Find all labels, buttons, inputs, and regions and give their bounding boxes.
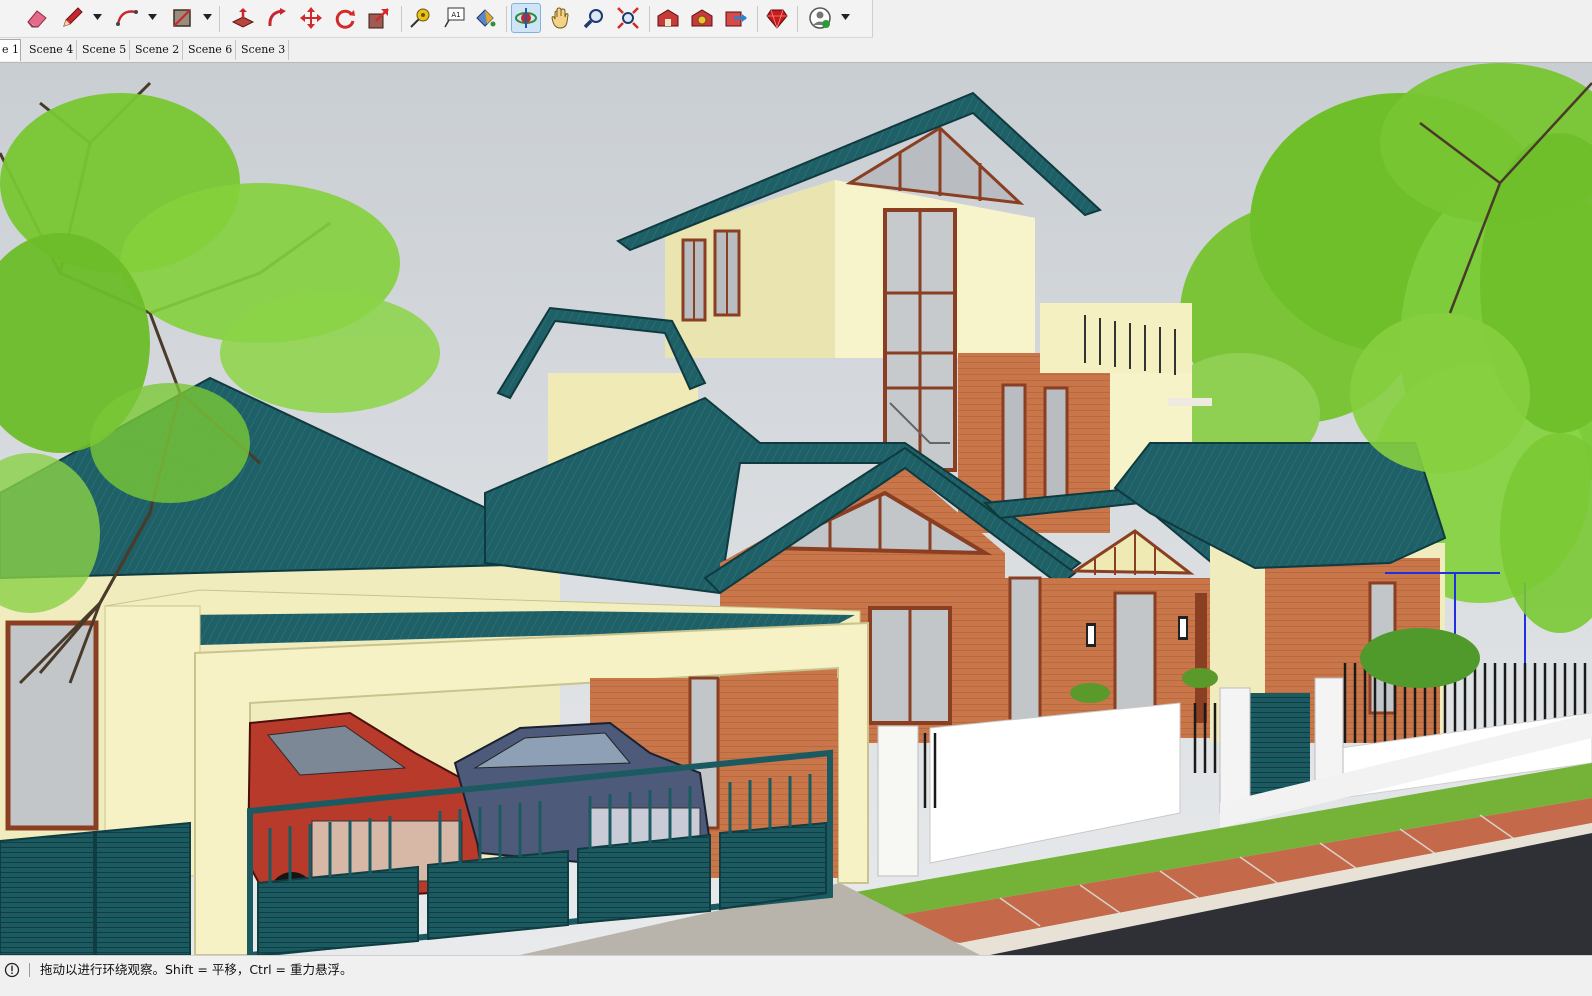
ruby-console-tool[interactable]: [762, 3, 792, 33]
rotate-icon: [335, 9, 355, 29]
account-tool[interactable]: [805, 3, 835, 33]
line-tool-dropdown[interactable]: [92, 12, 102, 22]
warehouse-icon: [657, 9, 679, 27]
extension-warehouse-tool[interactable]: [687, 3, 717, 33]
move-arrows-icon: [300, 7, 322, 29]
chevron-down-icon: [92, 14, 102, 20]
ruby-gem-icon: [766, 9, 788, 30]
pan-tool[interactable]: [546, 3, 576, 33]
chevron-down-icon: [840, 14, 850, 20]
extension-icon: [691, 9, 713, 27]
arc-tool[interactable]: [112, 3, 142, 33]
paint-bucket-icon: [476, 9, 496, 27]
status-divider: [29, 963, 30, 977]
house-model-render: [0, 63, 1592, 955]
zoom-extents-tool[interactable]: [613, 3, 643, 33]
rotate-tool[interactable]: [330, 3, 360, 33]
push-pull-tool[interactable]: [228, 3, 258, 33]
zoom-tool[interactable]: [579, 3, 609, 33]
rectangle-icon: [173, 9, 191, 27]
follow-me-icon: [268, 8, 286, 27]
chevron-down-icon: [202, 14, 212, 20]
tab-scene-6[interactable]: Scene 6: [183, 40, 236, 60]
toolbar-separator: [649, 6, 650, 32]
tab-scene-3[interactable]: Scene 3: [236, 40, 289, 60]
zoom-extents-icon: [617, 7, 639, 29]
arc-icon: [116, 10, 138, 26]
text-tool[interactable]: A1: [439, 3, 469, 33]
toolbar-separator: [797, 6, 798, 32]
arc-tool-dropdown[interactable]: [147, 12, 157, 22]
orbit-tool[interactable]: [511, 3, 541, 33]
scale-icon: [368, 8, 389, 29]
magnifier-icon: [583, 9, 603, 29]
scale-tool[interactable]: [364, 3, 394, 33]
status-bar: 拖动以进行环绕观察。Shift = 平移，Ctrl = 重力悬浮。: [0, 955, 1592, 996]
model-viewport[interactable]: [0, 63, 1592, 955]
user-account-icon: [809, 7, 831, 29]
main-toolbar: A1: [0, 0, 873, 38]
move-tool[interactable]: [296, 3, 326, 33]
tab-scene-2[interactable]: Scene 2: [130, 40, 183, 60]
share-model-icon: [725, 11, 747, 27]
pencil-icon: [63, 7, 83, 27]
paint-bucket-tool[interactable]: [470, 3, 500, 33]
eraser-tool[interactable]: [22, 3, 52, 33]
eraser-icon: [27, 10, 47, 28]
toolbar-separator: [506, 6, 507, 32]
toolbar-separator: [757, 6, 758, 32]
hand-icon: [551, 7, 569, 29]
share-model-tool[interactable]: [721, 3, 751, 33]
svg-text:A1: A1: [451, 11, 460, 19]
push-pull-icon: [231, 8, 255, 28]
chevron-down-icon: [147, 14, 157, 20]
text-label-icon: A1: [444, 7, 465, 28]
toolbar-separator: [219, 6, 220, 32]
info-circle-icon[interactable]: [4, 962, 20, 978]
toolbar-separator: [401, 6, 402, 32]
tab-scene-5[interactable]: Scene 5: [77, 40, 130, 60]
follow-me-tool[interactable]: [262, 3, 292, 33]
tab-scene-1[interactable]: e 1: [0, 39, 21, 61]
line-tool[interactable]: [57, 3, 87, 33]
status-message: 拖动以进行环绕观察。Shift = 平移，Ctrl = 重力悬浮。: [40, 962, 353, 977]
rectangle-tool-dropdown[interactable]: [202, 12, 212, 22]
tape-measure-tool[interactable]: [405, 3, 435, 33]
scene-tab-bar: e 1 Scene 4 Scene 5 Scene 2 Scene 6 Scen…: [0, 38, 1592, 63]
tape-measure-icon: [410, 8, 430, 28]
account-dropdown[interactable]: [840, 12, 850, 22]
tab-scene-4[interactable]: Scene 4: [24, 40, 77, 60]
rectangle-tool[interactable]: [167, 3, 197, 33]
3d-warehouse-tool[interactable]: [653, 3, 683, 33]
orbit-icon: [515, 8, 537, 28]
